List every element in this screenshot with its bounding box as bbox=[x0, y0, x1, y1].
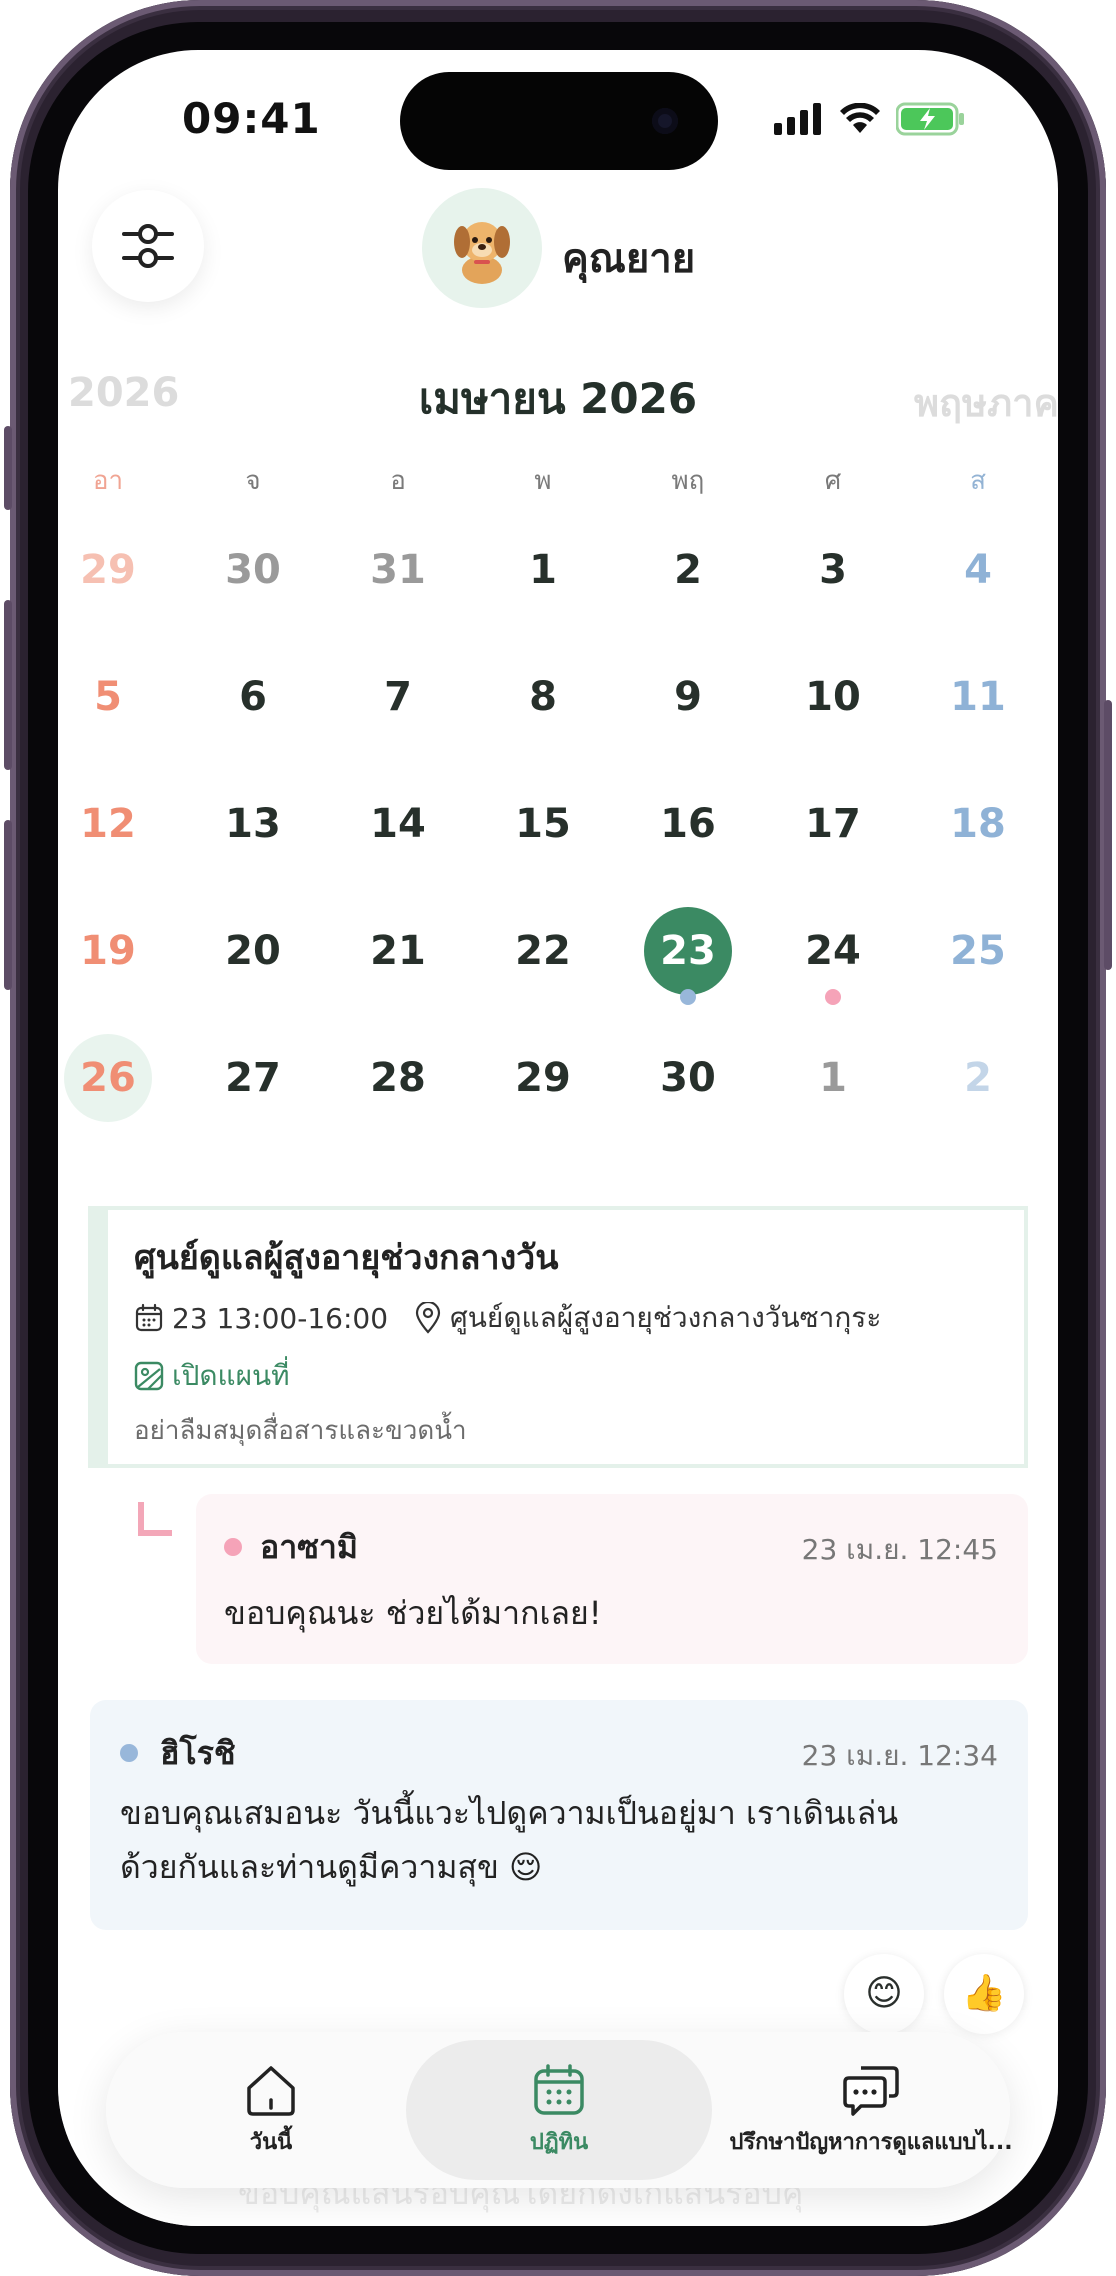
nav-consult[interactable]: ปรึกษาปัญหาการดูแลแบบไ... bbox=[729, 2032, 1013, 2188]
location-pin-icon bbox=[415, 1302, 441, 1334]
nav-calendar-label: ปฏิทิน bbox=[529, 2129, 589, 2155]
calendar-day[interactable]: 21 bbox=[348, 901, 448, 1001]
power-button bbox=[1104, 700, 1112, 970]
nav-consult-label: ปรึกษาปัญหาการดูแลแบบไ... bbox=[729, 2129, 1013, 2155]
calendar-day[interactable]: 8 bbox=[493, 647, 593, 747]
calendar-grid: 29 30 31 1 2 3 4 5 6 7 8 9 10 11 12 13 1… bbox=[58, 50, 1058, 1250]
calendar-day-selected[interactable]: 23 bbox=[638, 901, 738, 1005]
calendar-day[interactable]: 11 bbox=[928, 647, 1028, 747]
calendar-day[interactable]: 6 bbox=[203, 647, 303, 747]
comment-text: ขอบคุณนะ ช่วยได้มากเลย! bbox=[224, 1594, 602, 1632]
calendar-day[interactable]: 20 bbox=[203, 901, 303, 1001]
calendar-day[interactable]: 4 bbox=[928, 520, 1028, 620]
event-card[interactable]: ศูนย์ดูแลผู้สูงอายุช่วงกลางวัน 23 13:00-… bbox=[88, 1206, 1028, 1468]
calendar-small-icon bbox=[135, 1303, 163, 1332]
calendar-icon bbox=[534, 2063, 584, 2115]
event-meta: 23 13:00-16:00 ศูนย์ดูแลผู้สูงอายุช่วงกล… bbox=[134, 1296, 907, 1340]
calendar-day[interactable]: 5 bbox=[58, 647, 158, 747]
comment-reply[interactable]: อาซามิ 23 เม.ย. 12:45 ขอบคุณนะ ช่วยได้มา… bbox=[196, 1494, 1028, 1664]
open-map-link[interactable]: เปิดแผนที่ bbox=[134, 1354, 290, 1398]
map-icon bbox=[134, 1361, 164, 1391]
calendar-day[interactable]: 19 bbox=[58, 901, 158, 1001]
calendar-day[interactable]: 9 bbox=[638, 647, 738, 747]
calendar-day[interactable]: 22 bbox=[493, 901, 593, 1001]
calendar-day[interactable]: 31 bbox=[348, 520, 448, 620]
calendar-day[interactable]: 2 bbox=[638, 520, 738, 620]
comment-text-line-2: ด้วยกันและท่านดูมีความสุข 😌 bbox=[120, 1848, 543, 1886]
calendar-day[interactable]: 12 bbox=[58, 774, 158, 874]
calendar-day[interactable]: 17 bbox=[783, 774, 883, 874]
calendar-day[interactable]: 29 bbox=[493, 1028, 593, 1128]
calendar-day[interactable]: 25 bbox=[928, 901, 1028, 1001]
calendar-day[interactable]: 18 bbox=[928, 774, 1028, 874]
calendar-day[interactable]: 2 bbox=[928, 1028, 1028, 1128]
comment-text-line-1: ขอบคุณเสมอนะ วันนี้แวะไปดูความเป็นอยู่มา… bbox=[120, 1794, 899, 1832]
comment-author: ฮิโรชิ bbox=[160, 1734, 236, 1772]
event-location: ศูนย์ดูแลผู้สูงอายุช่วงกลางวันซากุระ bbox=[414, 1296, 881, 1340]
nav-today[interactable]: วันนี้ bbox=[206, 2032, 336, 2188]
calendar-day[interactable]: 28 bbox=[348, 1028, 448, 1128]
calendar-day[interactable]: 29 bbox=[58, 520, 158, 620]
comment-author: อาซามิ bbox=[260, 1528, 358, 1566]
calendar-day[interactable]: 14 bbox=[348, 774, 448, 874]
chat-bubbles-icon bbox=[843, 2065, 899, 2116]
reply-indicator-icon bbox=[138, 1502, 172, 1536]
calendar-day[interactable]: 15 bbox=[493, 774, 593, 874]
calendar-day[interactable]: 27 bbox=[203, 1028, 303, 1128]
calendar-day[interactable]: 7 bbox=[348, 647, 448, 747]
calendar-day[interactable]: 13 bbox=[203, 774, 303, 874]
nav-today-label: วันนี้ bbox=[249, 2129, 293, 2155]
event-dot bbox=[680, 989, 696, 1005]
calendar-day[interactable]: 10 bbox=[783, 647, 883, 747]
author-color-dot bbox=[224, 1538, 242, 1556]
volume-up-button bbox=[4, 600, 12, 770]
event-time: 23 13:00-16:00 bbox=[134, 1302, 388, 1335]
nav-calendar[interactable]: ปฏิทิน bbox=[406, 2040, 712, 2180]
calendar-day[interactable]: 30 bbox=[203, 520, 303, 620]
event-title: ศูนย์ดูแลผู้สูงอายุช่วงกลางวัน bbox=[134, 1238, 559, 1278]
calendar-day[interactable]: 1 bbox=[493, 520, 593, 620]
comment-time: 23 เม.ย. 12:34 bbox=[801, 1739, 998, 1772]
calendar-day[interactable]: 30 bbox=[638, 1028, 738, 1128]
calendar-day[interactable]: 3 bbox=[783, 520, 883, 620]
screen: 09:41 คุณยาย 2026 เมษายน 2026 พฤษภาค อา … bbox=[58, 50, 1058, 2226]
mute-switch bbox=[4, 426, 12, 510]
comment-time: 23 เม.ย. 12:45 bbox=[801, 1533, 998, 1566]
home-icon bbox=[247, 2065, 295, 2116]
event-note: อย่าลืมสมุดสื่อสารและขวดน้ำ bbox=[134, 1416, 467, 1446]
volume-down-button bbox=[4, 820, 12, 990]
comment[interactable]: ฮิโรชิ 23 เม.ย. 12:34 ขอบคุณเสมอนะ วันนี… bbox=[90, 1700, 1028, 1930]
event-dot bbox=[825, 989, 841, 1005]
calendar-day[interactable]: 16 bbox=[638, 774, 738, 874]
calendar-day[interactable]: 1 bbox=[783, 1028, 883, 1128]
author-color-dot bbox=[120, 1744, 138, 1762]
bottom-navigation: วันนี้ ปฏิทิน ปรึกษาปัญหาการดูแลแบบไ... bbox=[106, 2032, 1013, 2188]
calendar-day-today[interactable]: 26 bbox=[58, 1028, 158, 1128]
calendar-day[interactable]: 24 bbox=[783, 901, 883, 1005]
